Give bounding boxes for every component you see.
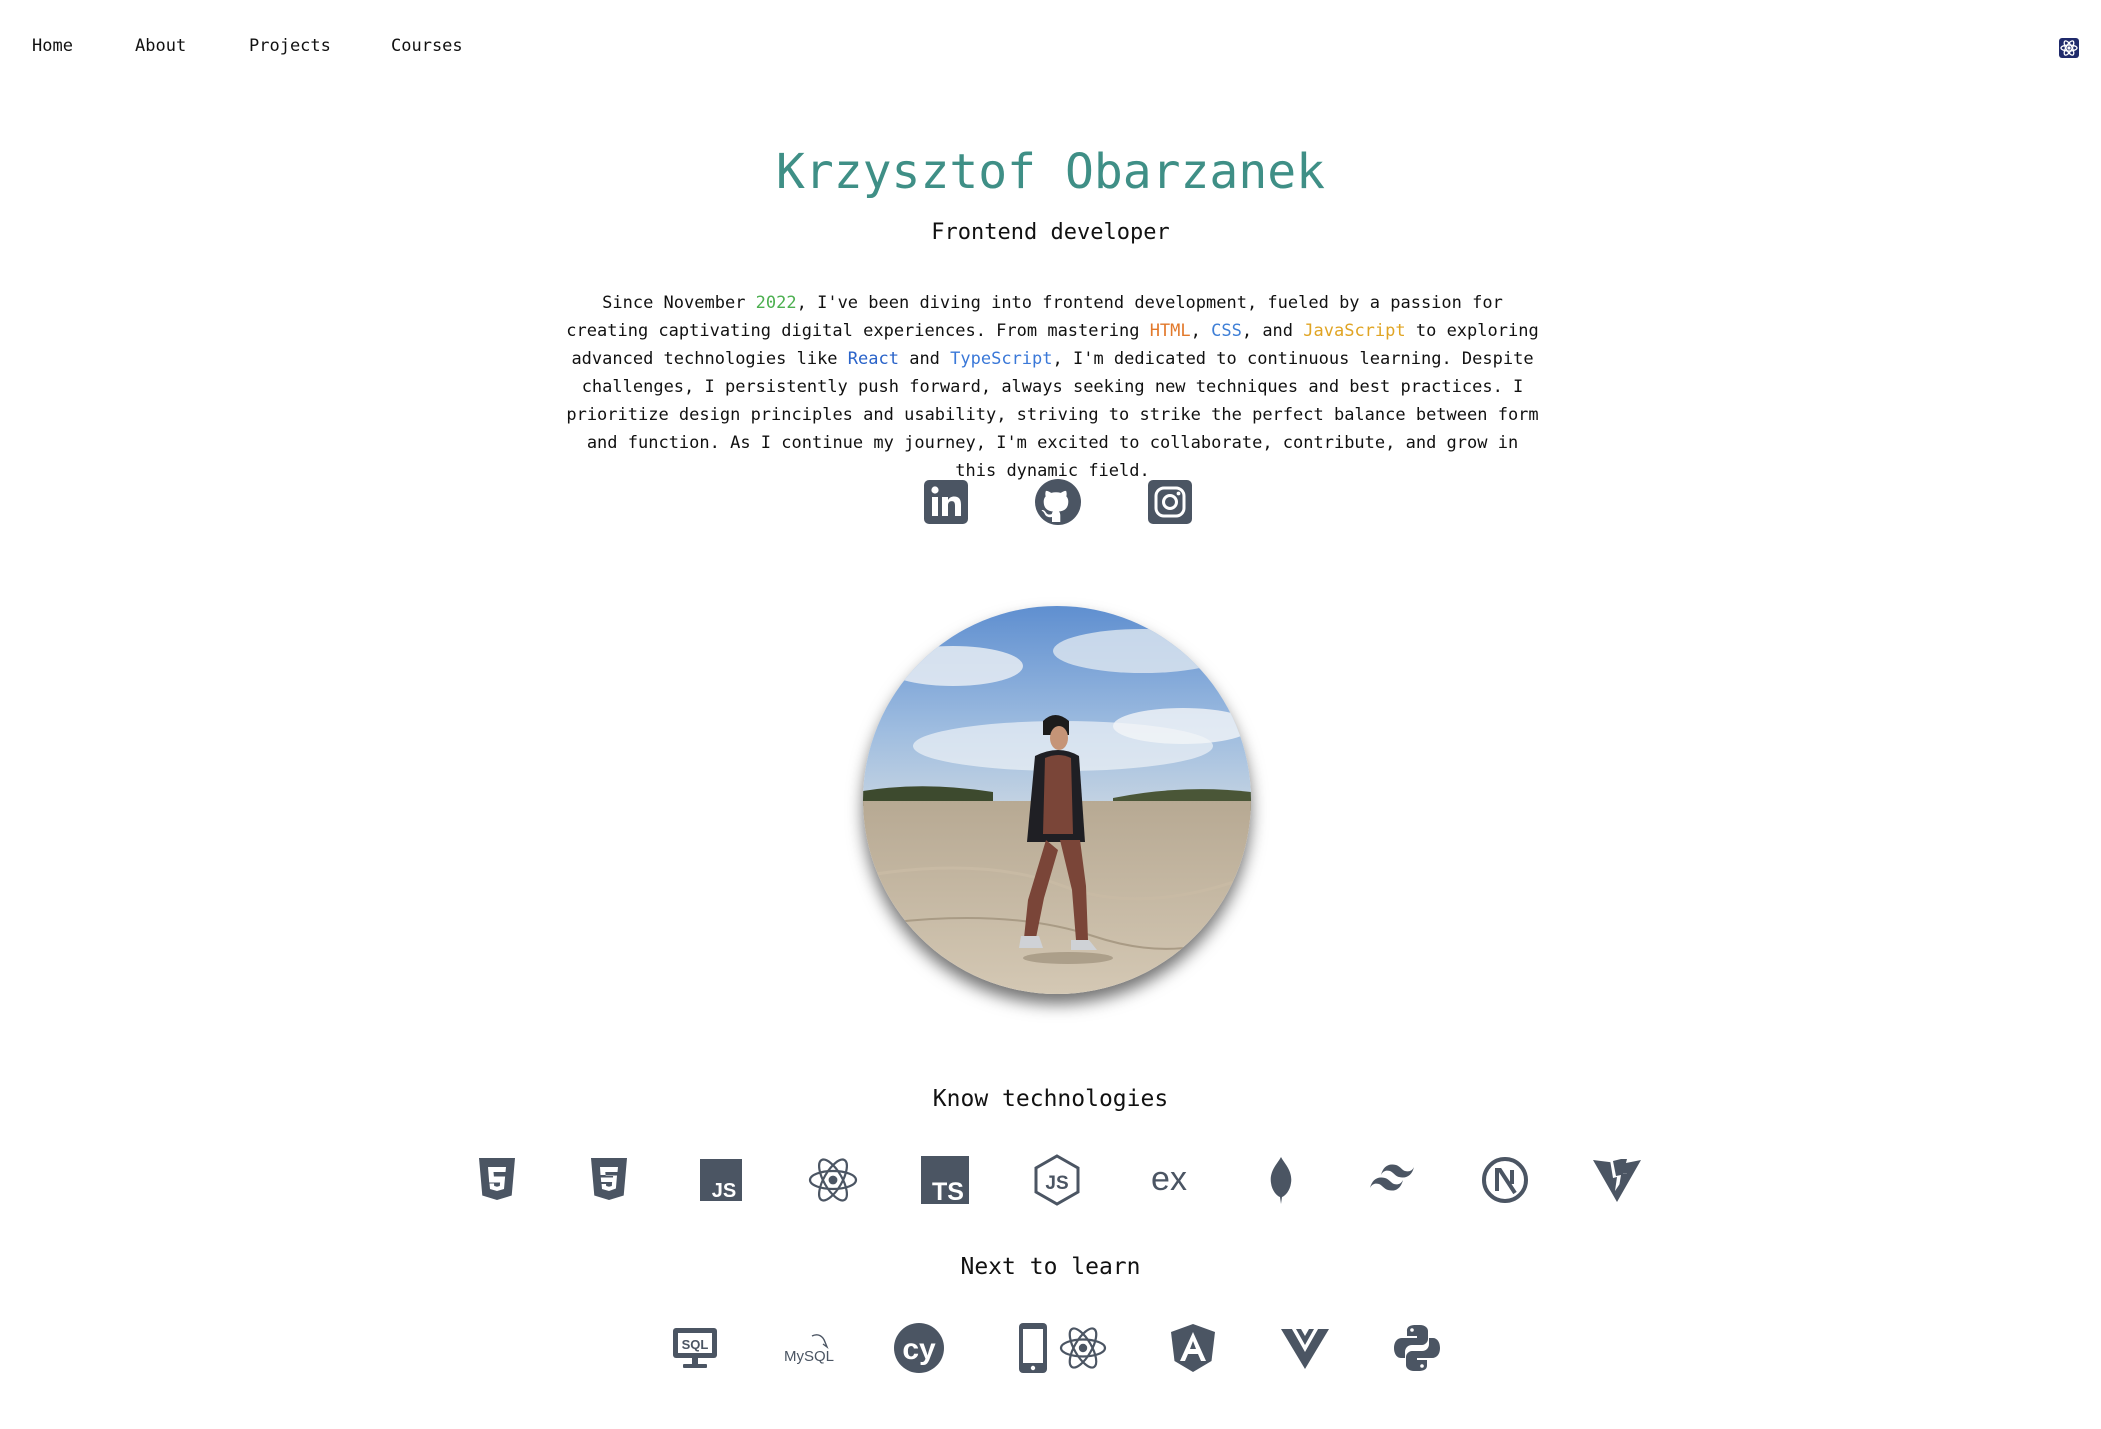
nodejs-icon: JS xyxy=(1030,1153,1084,1207)
profile-photo-image xyxy=(863,606,1251,994)
mysql-label-text: MySQL xyxy=(784,1348,834,1365)
bio-css-highlight: CSS xyxy=(1211,321,1242,341)
next-to-learn-title: Next to learn xyxy=(960,1254,1141,1280)
js-label: JS xyxy=(712,1180,736,1202)
angular-icon xyxy=(1166,1321,1220,1375)
vue-icon xyxy=(1278,1321,1332,1375)
bio-react-highlight: React xyxy=(847,349,899,369)
javascript-icon: JS xyxy=(694,1153,748,1207)
node-js-label: JS xyxy=(1045,1173,1068,1194)
instagram-link[interactable] xyxy=(1146,478,1194,526)
vite-icon xyxy=(1590,1153,1644,1207)
mysql-icon: MySQL xyxy=(780,1321,834,1375)
bio-text: , xyxy=(1190,321,1212,341)
python-icon xyxy=(1390,1321,1444,1375)
instagram-icon xyxy=(1148,480,1192,524)
theme-toggle-button[interactable] xyxy=(2058,37,2080,59)
linkedin-link[interactable] xyxy=(922,478,970,526)
bio-html-highlight: HTML xyxy=(1149,321,1191,341)
profile-photo xyxy=(863,606,1251,994)
react-native-icon xyxy=(1010,1321,1110,1375)
linkedin-icon xyxy=(924,480,968,524)
github-icon xyxy=(1035,479,1081,525)
nav-projects[interactable]: Projects xyxy=(249,36,331,56)
nextjs-icon xyxy=(1478,1153,1532,1207)
typescript-icon: TS xyxy=(918,1153,972,1207)
ts-label: TS xyxy=(932,1178,964,1206)
known-technologies-title: Know technologies xyxy=(932,1086,1169,1112)
page-title: Krzysztof Obarzanek xyxy=(775,144,1326,200)
subtitle-role: Frontend developer xyxy=(931,220,1170,245)
tailwind-icon xyxy=(1366,1153,1420,1207)
express-label: ex xyxy=(1151,1160,1187,1198)
top-nav: Home About Projects Courses xyxy=(0,0,2101,100)
github-link[interactable] xyxy=(1034,478,1082,526)
bio-text: Since November xyxy=(602,293,756,313)
bio-paragraph: Since November 2022, I've been diving in… xyxy=(565,289,1540,485)
bio-text: , and xyxy=(1241,321,1304,341)
bio-text: and xyxy=(898,349,951,369)
cypress-icon: cy xyxy=(892,1321,946,1375)
bio-js-highlight: JavaScript xyxy=(1303,321,1406,341)
mongodb-icon xyxy=(1254,1153,1308,1207)
atom-icon xyxy=(2059,38,2079,58)
html5-icon xyxy=(470,1153,524,1207)
express-icon: ex xyxy=(1142,1153,1196,1207)
react-icon xyxy=(806,1153,860,1207)
css3-icon xyxy=(582,1153,636,1207)
bio-ts-highlight: TypeScript xyxy=(950,349,1053,369)
nav-about[interactable]: About xyxy=(135,36,186,56)
nav-home[interactable]: Home xyxy=(32,36,73,56)
sql-icon: SQL xyxy=(668,1321,722,1375)
nav-courses[interactable]: Courses xyxy=(391,36,463,56)
bio-year-highlight: 2022 xyxy=(755,293,797,313)
cy-label: cy xyxy=(902,1333,936,1366)
sql-label: SQL xyxy=(682,1337,709,1352)
